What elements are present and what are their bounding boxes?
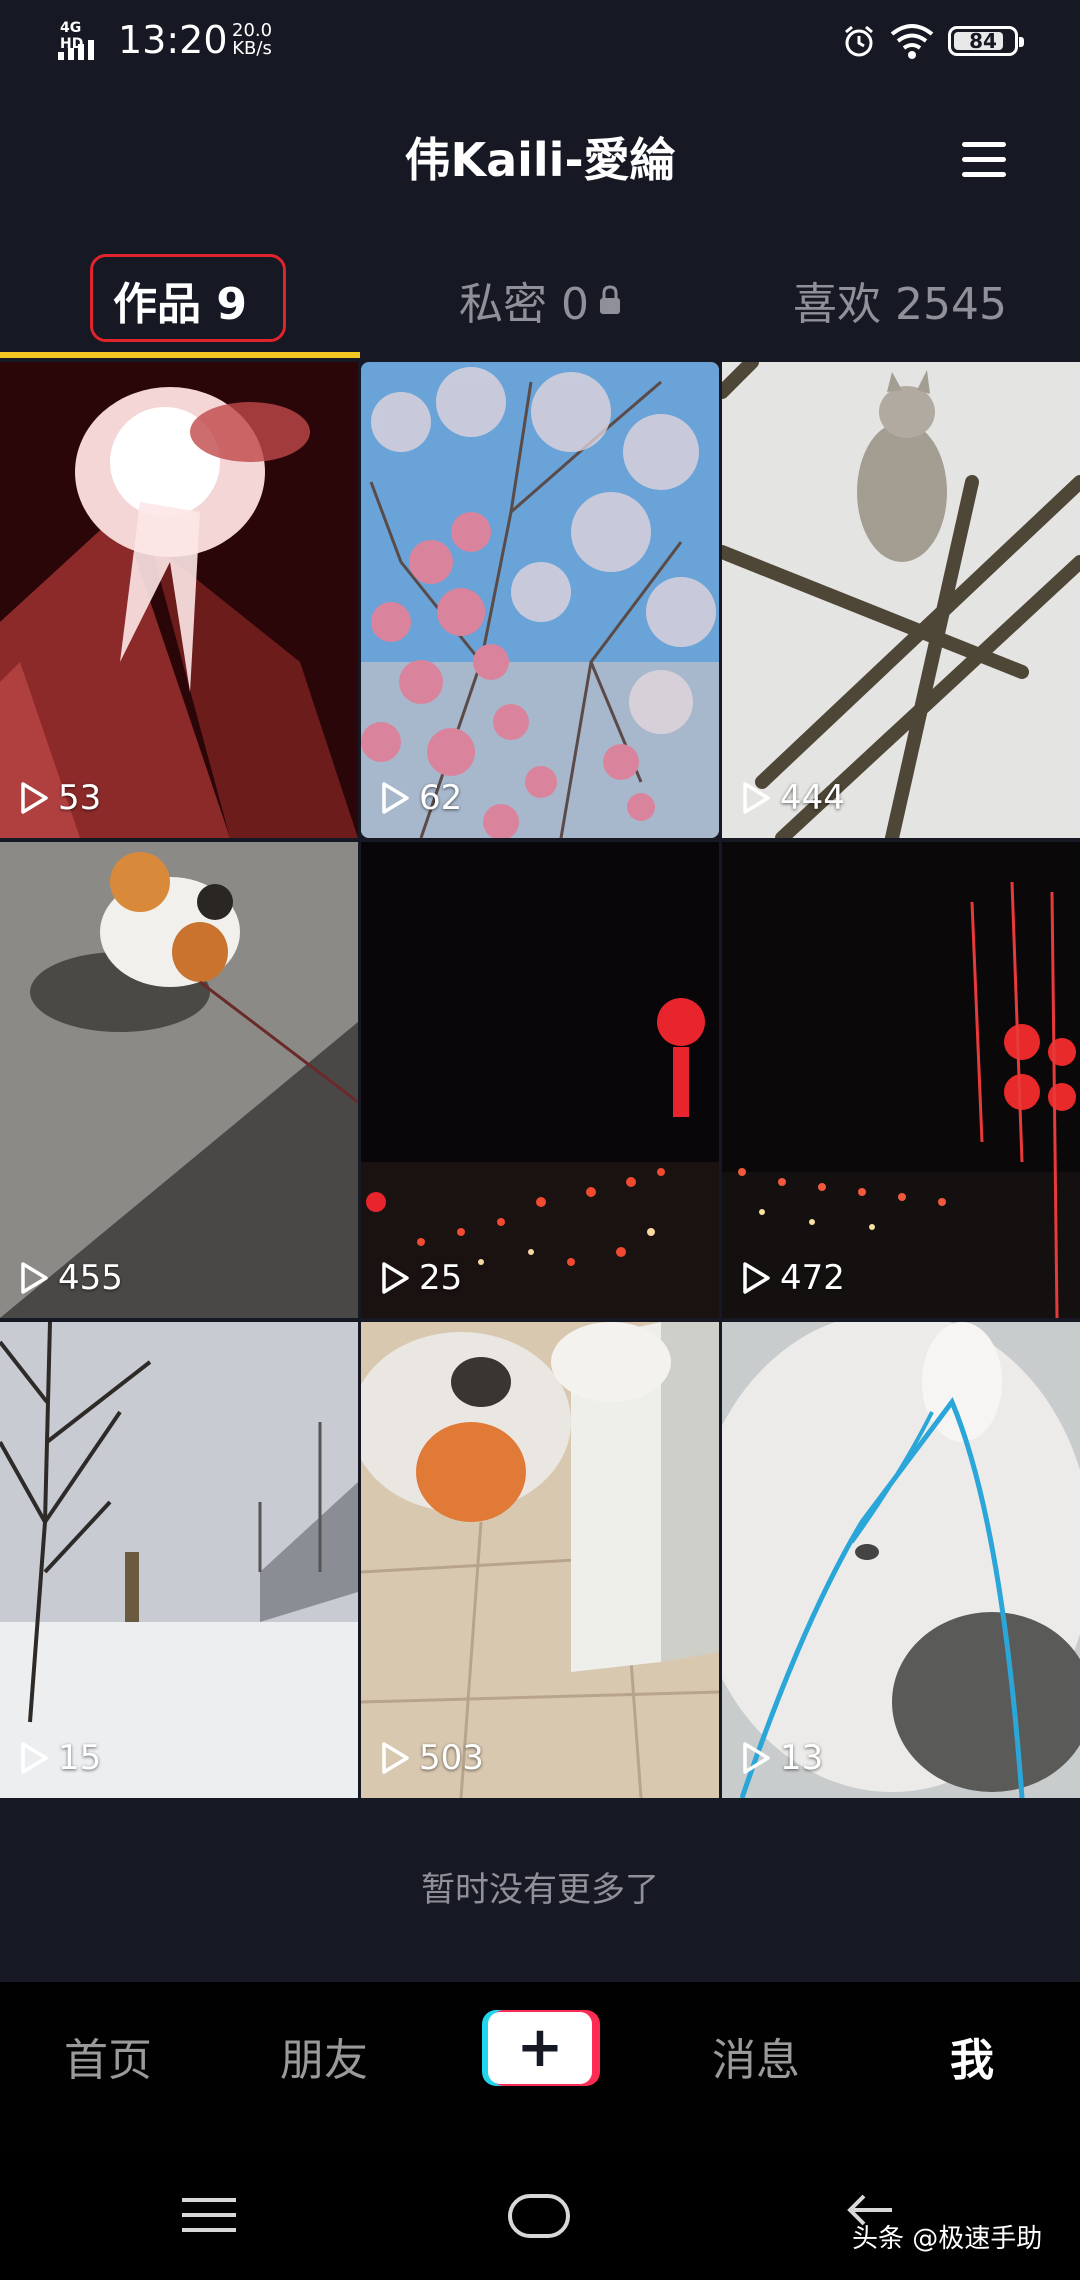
play-count: 444 <box>740 778 845 818</box>
nav-me[interactable]: 我 <box>892 2024 1052 2088</box>
signal-icon: 4G HD <box>58 20 108 60</box>
play-count: 503 <box>379 1738 484 1778</box>
play-count: 53 <box>18 778 101 818</box>
play-count: 455 <box>18 1258 123 1298</box>
snow-image <box>0 1322 358 1798</box>
home-icon[interactable] <box>508 2194 570 2238</box>
tab-underline <box>0 352 360 358</box>
tab-highlight-box <box>90 254 286 342</box>
profile-tabs: 作品 9 私密 0 喜欢 2545 <box>0 250 1080 360</box>
white-cat-image <box>722 1322 1080 1798</box>
lock-icon <box>599 285 620 314</box>
play-count: 15 <box>18 1738 101 1778</box>
video-thumbnail-fire[interactable]: 53 <box>0 362 358 838</box>
battery-level: 84 <box>969 29 997 53</box>
video-thumbnail-snow[interactable]: 15 <box>0 1322 358 1798</box>
no-more-text: 暂时没有更多了 <box>421 1870 659 1910</box>
plus-icon: + <box>516 2015 564 2080</box>
nav-home[interactable]: 首页 <box>28 2024 188 2088</box>
tab-private[interactable]: 私密 0 <box>360 250 720 350</box>
nav-messages[interactable]: 消息 <box>676 2024 836 2088</box>
play-icon <box>743 1262 770 1294</box>
video-thumbnail-blossoms[interactable]: 62 <box>361 362 719 838</box>
bottom-nav: 首页 朋友 + 消息 我 <box>0 1982 1080 2152</box>
street-lights-image <box>722 842 1080 1318</box>
play-count: 25 <box>379 1258 462 1298</box>
alarm-icon <box>845 25 873 57</box>
play-icon <box>743 782 770 814</box>
video-thumbnail-white-cat[interactable]: 13 <box>722 1322 1080 1798</box>
menu-icon[interactable] <box>962 142 1006 182</box>
play-icon <box>21 1742 48 1774</box>
cat-tiles-image <box>361 1322 719 1798</box>
profile-title: 伟Kaili-愛綸 <box>404 133 676 187</box>
play-icon <box>21 1262 48 1294</box>
battery-icon: 84 <box>948 26 1024 56</box>
status-bar: 4G HD 13:20 20.0 KB/s 84 <box>0 0 1080 80</box>
nav-friends[interactable]: 朋友 <box>244 2024 404 2088</box>
magnolia-image <box>361 362 719 838</box>
play-count: 13 <box>740 1738 823 1778</box>
cat-pavement-image <box>0 842 358 1318</box>
video-thumbnail-cat-pavement[interactable]: 455 <box>0 842 358 1318</box>
video-thumbnail-lanterns[interactable]: 25 <box>361 842 719 1318</box>
play-count: 472 <box>740 1258 845 1298</box>
watermark: 头条 @极速手助 <box>852 2224 1043 2254</box>
tab-likes[interactable]: 喜欢 2545 <box>720 250 1080 350</box>
play-icon <box>743 1742 770 1774</box>
video-grid: 53 62 444 455 25 472 15 503 13 <box>0 362 1080 1800</box>
network-speed: 20.0 KB/s <box>232 20 273 59</box>
video-thumbnail-cat-bamboo[interactable]: 444 <box>722 362 1080 838</box>
lanterns-image <box>361 842 719 1318</box>
recent-apps-icon[interactable] <box>182 2198 236 2243</box>
play-count: 62 <box>379 778 462 818</box>
play-icon <box>382 1262 409 1294</box>
play-icon <box>21 782 48 814</box>
status-time: 13:20 <box>118 18 228 62</box>
wifi-icon <box>890 24 934 59</box>
system-nav-bar: 头条 @极速手助 <box>0 2152 1080 2280</box>
create-button[interactable]: + <box>482 2010 600 2086</box>
cat-bamboo-image <box>722 362 1080 838</box>
play-icon <box>382 782 409 814</box>
video-thumbnail-cat-tiles[interactable]: 503 <box>361 1322 719 1798</box>
video-thumbnail-street-lights[interactable]: 472 <box>722 842 1080 1318</box>
play-icon <box>382 1742 409 1774</box>
fire-image <box>0 362 358 838</box>
